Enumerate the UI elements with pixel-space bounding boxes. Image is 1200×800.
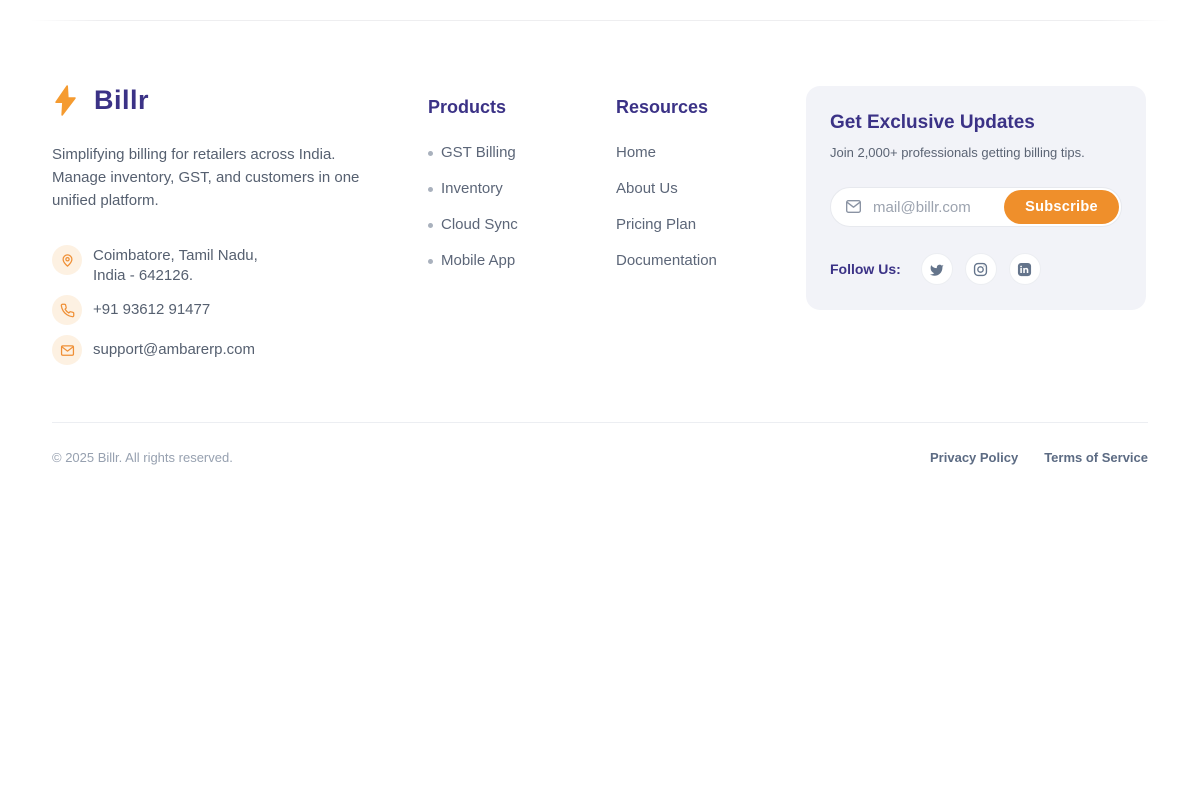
email-text: support@ambarerp.com — [93, 340, 255, 360]
top-divider — [30, 20, 1170, 21]
contact-phone[interactable]: +91 93612 91477 — [52, 295, 412, 325]
contact-list: Coimbatore, Tamil Nadu, India - 642126. … — [52, 245, 412, 365]
products-list: GST Billing Inventory Cloud Sync Mobile … — [428, 145, 518, 269]
newsletter-title: Get Exclusive Updates — [830, 112, 1122, 134]
link-gst-billing[interactable]: GST Billing — [441, 145, 516, 161]
bullet-dot — [428, 223, 433, 228]
privacy-policy-link[interactable]: Privacy Policy — [930, 450, 1018, 465]
contact-email[interactable]: support@ambarerp.com — [52, 335, 412, 365]
bullet-dot — [428, 187, 433, 192]
lightning-bolt-icon — [52, 85, 79, 116]
subscribe-form: Subscribe — [830, 187, 1122, 227]
logo[interactable]: Billr — [52, 84, 412, 116]
newsletter-card: Get Exclusive Updates Join 2,000+ profes… — [806, 86, 1146, 310]
list-item: About Us — [616, 181, 717, 197]
bullet-dot — [428, 151, 433, 156]
products-heading: Products — [428, 96, 518, 118]
list-item: Inventory — [428, 181, 518, 197]
twitter-icon[interactable] — [921, 253, 953, 285]
subscribe-button[interactable]: Subscribe — [1004, 190, 1119, 224]
envelope-icon — [52, 335, 82, 365]
newsletter-subtitle: Join 2,000+ professionals getting billin… — [830, 145, 1122, 160]
copyright-text: © 2025 Billr. All rights reserved. — [52, 450, 233, 465]
mail-icon — [845, 199, 862, 214]
link-home[interactable]: Home — [616, 145, 656, 161]
address-line-2: India - 642126. — [93, 266, 258, 286]
brand-column: Billr Simplifying billing for retailers … — [52, 84, 412, 375]
address-text: Coimbatore, Tamil Nadu, India - 642126. — [93, 245, 258, 286]
list-item: Pricing Plan — [616, 217, 717, 233]
bottom-divider — [52, 422, 1148, 423]
footer-page: Billr Simplifying billing for retailers … — [0, 0, 1200, 800]
address-line-1: Coimbatore, Tamil Nadu, — [93, 246, 258, 266]
map-pin-icon — [52, 245, 82, 275]
brand-name: Billr — [94, 85, 149, 116]
link-documentation[interactable]: Documentation — [616, 253, 717, 269]
phone-icon — [52, 295, 82, 325]
link-pricing-plan[interactable]: Pricing Plan — [616, 217, 696, 233]
legal-links: Privacy Policy Terms of Service — [930, 450, 1148, 465]
list-item: Documentation — [616, 253, 717, 269]
list-item: Cloud Sync — [428, 217, 518, 233]
resources-list: Home About Us Pricing Plan Documentation — [616, 145, 717, 269]
social-row: Follow Us: — [830, 253, 1122, 285]
link-inventory[interactable]: Inventory — [441, 181, 503, 197]
terms-of-service-link[interactable]: Terms of Service — [1044, 450, 1148, 465]
link-mobile-app[interactable]: Mobile App — [441, 253, 515, 269]
instagram-icon[interactable] — [965, 253, 997, 285]
follow-us-label: Follow Us: — [830, 261, 901, 277]
products-column: Products GST Billing Inventory Cloud Syn… — [428, 96, 518, 289]
list-item: Mobile App — [428, 253, 518, 269]
list-item: Home — [616, 145, 717, 161]
link-cloud-sync[interactable]: Cloud Sync — [441, 217, 518, 233]
bullet-dot — [428, 259, 433, 264]
link-about-us[interactable]: About Us — [616, 181, 678, 197]
contact-address: Coimbatore, Tamil Nadu, India - 642126. — [52, 245, 412, 286]
linkedin-icon[interactable] — [1009, 253, 1041, 285]
list-item: GST Billing — [428, 145, 518, 161]
resources-heading: Resources — [616, 96, 717, 118]
phone-text: +91 93612 91477 — [93, 300, 210, 320]
brand-tagline: Simplifying billing for retailers across… — [52, 143, 368, 212]
resources-column: Resources Home About Us Pricing Plan Doc… — [616, 96, 717, 289]
